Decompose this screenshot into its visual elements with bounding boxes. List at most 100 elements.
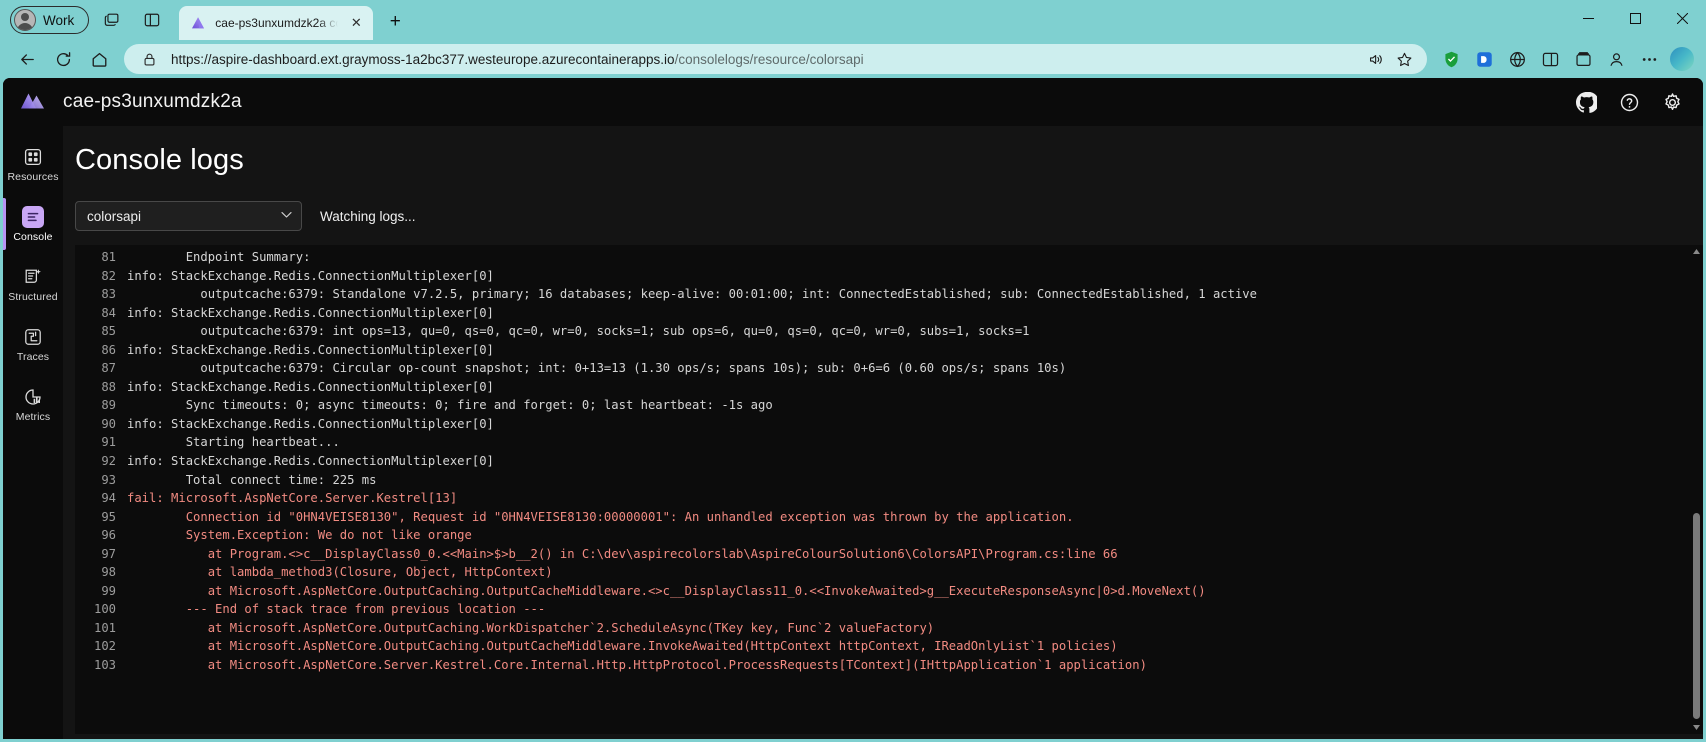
log-line: 90info: StackExchange.Redis.ConnectionMu… [75, 415, 1690, 434]
maximize-button[interactable] [1612, 0, 1659, 36]
console-icon [22, 206, 44, 228]
sidebar-item-console[interactable]: Console [3, 194, 63, 254]
log-line-text: info: StackExchange.Redis.ConnectionMult… [127, 378, 1690, 397]
tab-search-icon[interactable] [95, 5, 129, 35]
browser-window: Work [0, 0, 1706, 742]
console-log-panel: 81 Endpoint Summary:82info: StackExchang… [75, 245, 1703, 734]
log-line: 81 Endpoint Summary: [75, 248, 1690, 267]
app-header: cae-ps3unxumdzk2a [3, 78, 1703, 126]
address-bar-actions [1363, 46, 1417, 72]
scroll-down-arrow-icon[interactable] [1690, 721, 1703, 734]
log-line-text: info: StackExchange.Redis.ConnectionMult… [127, 267, 1690, 286]
address-bar[interactable]: https://aspire-dashboard.ext.graymoss-1a… [124, 44, 1427, 74]
back-icon[interactable] [10, 44, 44, 74]
profile-label: Work [43, 13, 74, 28]
log-line-text: Connection id "0HN4VEISE8130", Request i… [127, 508, 1690, 527]
split-screen-toolbar-icon[interactable] [1534, 44, 1566, 74]
url-host: https://aspire-dashboard.ext.graymoss-1a… [171, 52, 675, 67]
more-options-icon[interactable] [1633, 44, 1665, 74]
log-line-number: 89 [75, 396, 127, 415]
log-line: 86info: StackExchange.Redis.ConnectionMu… [75, 341, 1690, 360]
tab-title: cae-ps3unxumdzk2a console logs [215, 16, 338, 30]
toolbar-right-actions [1435, 44, 1694, 74]
log-line-number: 90 [75, 415, 127, 434]
log-line-number: 98 [75, 563, 127, 582]
log-line-number: 85 [75, 322, 127, 341]
extension-copilot-icon[interactable] [1468, 44, 1500, 74]
sidebar-nav: Resources Console [3, 126, 63, 739]
log-line-number: 86 [75, 341, 127, 360]
log-line: 83 outputcache:6379: Standalone v7.2.5, … [75, 285, 1690, 304]
log-line-text: at Microsoft.AspNetCore.OutputCaching.Ou… [127, 637, 1690, 656]
favorite-star-icon[interactable] [1391, 46, 1417, 72]
log-line-text: fail: Microsoft.AspNetCore.Server.Kestre… [127, 489, 1690, 508]
log-line-text: at lambda_method3(Closure, Object, HttpC… [127, 563, 1690, 582]
log-scrollbar[interactable] [1690, 245, 1703, 734]
log-line-text: at Microsoft.AspNetCore.OutputCaching.Wo… [127, 619, 1690, 638]
log-line-text: Endpoint Summary: [127, 248, 1690, 267]
scrollbar-thumb[interactable] [1693, 513, 1700, 719]
close-icon[interactable]: ✕ [347, 14, 365, 32]
read-aloud-icon[interactable] [1363, 46, 1389, 72]
minimize-button[interactable] [1565, 0, 1612, 36]
log-line-number: 81 [75, 248, 127, 267]
log-line: 93 Total connect time: 225 ms [75, 471, 1690, 490]
log-line-number: 92 [75, 452, 127, 471]
copilot-icon[interactable] [1670, 47, 1694, 71]
log-line-number: 101 [75, 619, 127, 638]
log-line: 84info: StackExchange.Redis.ConnectionMu… [75, 304, 1690, 323]
aspire-logo-icon [3, 89, 63, 115]
browser-tab[interactable]: cae-ps3unxumdzk2a console logs ✕ [179, 6, 373, 40]
settings-gear-icon[interactable] [1662, 92, 1683, 113]
sidebar-item-resources[interactable]: Resources [3, 134, 63, 194]
log-lines[interactable]: 81 Endpoint Summary:82info: StackExchang… [75, 245, 1690, 734]
log-line-number: 88 [75, 378, 127, 397]
home-icon[interactable] [82, 44, 116, 74]
sidebar-label-resources: Resources [7, 172, 58, 183]
lock-icon [136, 46, 162, 72]
content-bottom-strip [63, 734, 1703, 739]
scrollbar-track[interactable] [1690, 258, 1703, 721]
help-icon[interactable] [1619, 92, 1640, 113]
log-line: 87 outputcache:6379: Circular op-count s… [75, 359, 1690, 378]
new-tab-button[interactable]: + [381, 8, 409, 36]
log-line-text: info: StackExchange.Redis.ConnectionMult… [127, 415, 1690, 434]
log-line-number: 94 [75, 489, 127, 508]
sidebar-item-structured[interactable]: Structured [3, 254, 63, 314]
github-icon[interactable] [1576, 92, 1597, 113]
traces-icon [22, 326, 44, 348]
log-line-number: 91 [75, 433, 127, 452]
log-line-text: outputcache:6379: Circular op-count snap… [127, 359, 1690, 378]
aspire-favicon-icon [190, 15, 206, 31]
log-line: 103 at Microsoft.AspNetCore.Server.Kestr… [75, 656, 1690, 675]
shield-icon[interactable] [1435, 44, 1467, 74]
split-screen-icon[interactable] [135, 5, 169, 35]
sidebar-item-traces[interactable]: Traces [3, 314, 63, 374]
collections-icon[interactable] [1567, 44, 1599, 74]
log-line-number: 103 [75, 656, 127, 675]
log-line: 101 at Microsoft.AspNetCore.OutputCachin… [75, 619, 1690, 638]
log-line: 85 outputcache:6379: int ops=13, qu=0, q… [75, 322, 1690, 341]
log-line-text: at Program.<>c__DisplayClass0_0.<<Main>$… [127, 545, 1690, 564]
log-line: 99 at Microsoft.AspNetCore.OutputCaching… [75, 582, 1690, 601]
scroll-up-arrow-icon[interactable] [1690, 245, 1703, 258]
log-line: 89 Sync timeouts: 0; async timeouts: 0; … [75, 396, 1690, 415]
sidebar-item-metrics[interactable]: Metrics [3, 374, 63, 434]
reload-icon[interactable] [46, 44, 80, 74]
log-line-text: Sync timeouts: 0; async timeouts: 0; fir… [127, 396, 1690, 415]
browser-essentials-icon[interactable] [1501, 44, 1533, 74]
log-line-number: 96 [75, 526, 127, 545]
profile-avatar-icon[interactable] [1600, 44, 1632, 74]
log-line-number: 93 [75, 471, 127, 490]
resources-icon [22, 146, 44, 168]
resource-select[interactable]: colorsapi [75, 201, 302, 231]
window-close-button[interactable] [1659, 0, 1706, 36]
log-line: 82info: StackExchange.Redis.ConnectionMu… [75, 267, 1690, 286]
browser-titlebar: Work [0, 0, 1706, 40]
page-viewport: cae-ps3unxumdzk2a [3, 78, 1703, 739]
log-line-number: 84 [75, 304, 127, 323]
log-line-text: --- End of stack trace from previous loc… [127, 600, 1690, 619]
log-line-number: 95 [75, 508, 127, 527]
profile-button[interactable]: Work [10, 6, 89, 34]
log-line: 98 at lambda_method3(Closure, Object, Ht… [75, 563, 1690, 582]
